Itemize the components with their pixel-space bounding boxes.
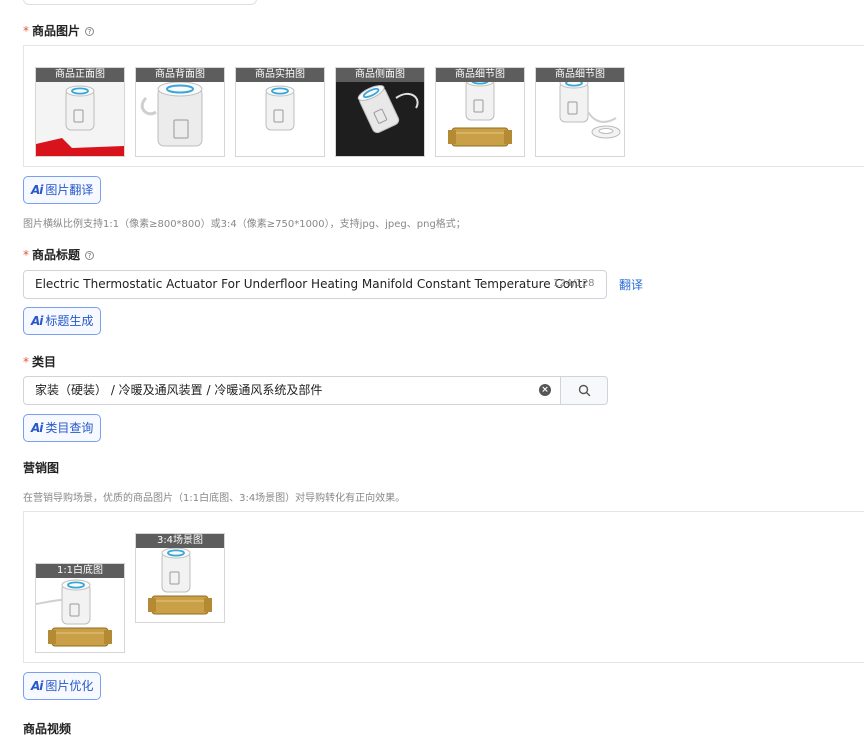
image-caption: 商品侧面图: [336, 68, 424, 82]
product-title-input[interactable]: Electric Thermostatic Actuator For Under…: [23, 270, 607, 299]
image-caption: 商品细节图: [536, 68, 624, 82]
question-circle-icon[interactable]: ?: [85, 27, 95, 36]
product-title-label: * 商品标题?: [23, 247, 95, 263]
title-char-counter: 124/128: [553, 278, 595, 289]
category-input[interactable]: 家装（硬装） / 冷暖及通风装置 / 冷暖通风系统及部件: [23, 376, 561, 405]
marketing-images-panel: 1:1白底图 3:4场景图: [23, 511, 864, 663]
product-video-label: 商品视频: [23, 722, 72, 736]
product-images-label: * 商品图片?: [23, 23, 95, 39]
image-caption: 商品细节图: [436, 68, 524, 82]
ai-icon: Ai: [31, 679, 43, 693]
search-icon: [578, 384, 591, 397]
required-mark: *: [23, 24, 29, 38]
marketing-image-thumb[interactable]: 1:1白底图: [35, 563, 125, 653]
product-image-thumb[interactable]: 商品背面图: [135, 67, 225, 157]
category-label: * 类目: [23, 355, 57, 369]
image-format-hint: 图片横纵比例支持1:1（像素≥800*800）或3:4（像素≥750*1000）…: [23, 219, 466, 230]
product-image-thumb[interactable]: 商品实拍图: [235, 67, 325, 157]
image-caption: 3:4场景图: [136, 534, 224, 548]
clear-icon[interactable]: ×: [539, 384, 551, 396]
image-caption: 商品背面图: [136, 68, 224, 82]
image-optimize-button[interactable]: Ai 图片优化: [23, 672, 102, 700]
product-image-thumb[interactable]: 商品侧面图: [335, 67, 425, 157]
product-image-thumb[interactable]: 商品细节图: [435, 67, 525, 157]
marketing-images-label: 营销图: [23, 461, 60, 475]
image-caption: 商品实拍图: [236, 68, 324, 82]
translate-link[interactable]: 翻译: [619, 276, 643, 293]
image-translate-button[interactable]: Ai 图片翻译: [23, 176, 102, 204]
question-circle-icon[interactable]: ?: [85, 251, 95, 260]
image-caption: 1:1白底图: [36, 564, 124, 578]
product-image-thumb[interactable]: 商品细节图: [535, 67, 625, 157]
previous-field-input[interactable]: [23, 0, 257, 5]
category-query-button[interactable]: Ai 类目查询: [23, 414, 102, 442]
marketing-image-thumb[interactable]: 3:4场景图: [135, 533, 225, 623]
marketing-hint: 在营销导购场景，优质的商品图片（1:1白底图、3:4场景图）对导购转化有正向效果…: [23, 493, 406, 504]
required-mark: *: [23, 355, 29, 369]
product-image-thumb[interactable]: 商品正面图: [35, 67, 125, 157]
ai-icon: Ai: [31, 183, 43, 197]
title-generate-button[interactable]: Ai 标题生成: [23, 307, 102, 335]
image-caption: 商品正面图: [36, 68, 124, 82]
category-search-button[interactable]: [560, 376, 608, 405]
ai-icon: Ai: [31, 314, 43, 328]
product-images-panel: 商品正面图 商品背面图 商品实拍图 商品侧面图 商品细节图 商品细节图: [23, 45, 864, 167]
required-mark: *: [23, 248, 29, 262]
ai-icon: Ai: [31, 421, 43, 435]
